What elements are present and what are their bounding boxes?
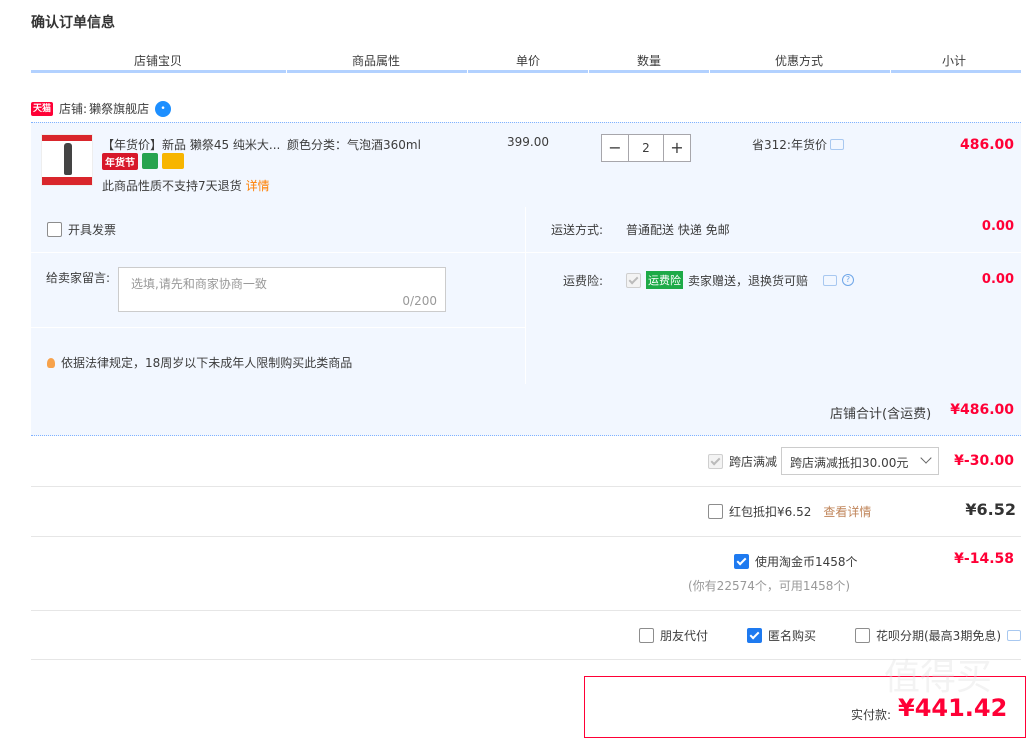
header-shop-item: 店铺宝贝 (134, 54, 183, 68)
memo-placeholder: 选填,请先和商家协商一致 (131, 277, 267, 291)
return-notice: 此商品性质不支持7天退货 详情 (102, 177, 270, 194)
friend-pay-option[interactable]: 朋友代付 (639, 627, 708, 644)
product-attribute: 颜色分类：气泡酒360ml (287, 138, 421, 152)
header-quantity: 数量 (637, 54, 662, 68)
festival-badge: 年货节 (102, 153, 138, 170)
promo-text: 省312:年货价 (752, 138, 827, 152)
gold-coin-note: (你有22574个，可用1458个) (688, 579, 851, 593)
friend-pay-label: 朋友代付 (660, 629, 709, 643)
gold-coin-label: 使用淘金币1458个 (755, 555, 858, 569)
detail-link[interactable]: 详情 (246, 179, 270, 193)
memo-label: 给卖家留言: (46, 271, 111, 285)
friend-pay-checkbox[interactable] (639, 628, 654, 643)
anonymous-option[interactable]: 匿名购买 (747, 627, 816, 644)
anonymous-label: 匿名购买 (768, 629, 817, 643)
age-restriction-notice: 依据法律规定，18周岁以下未成年人限制购买此类商品 (47, 354, 352, 371)
invoice-checkbox[interactable] (47, 222, 62, 237)
red-packet-value: ¥6.52 (965, 500, 1016, 519)
cross-store-option: 跨店满减 (708, 453, 777, 470)
shipping-method: 普通配送 快递 免邮 (626, 223, 730, 237)
gold-coin-checkbox[interactable] (734, 554, 749, 569)
final-label: 实付款: (851, 708, 892, 722)
cross-store-checkbox (708, 454, 723, 469)
gold-coin-discount: ¥-14.58 (954, 551, 1014, 567)
wangwang-chat-icon[interactable]: • (155, 100, 172, 117)
insurance-badge: 运费险 (646, 271, 683, 289)
shipping-fee: 0.00 (981, 219, 1014, 234)
table-header: 店铺宝贝 商品属性 单价 数量 优惠方式 小计 (31, 48, 1021, 73)
cross-store-select[interactable]: 跨店满减抵扣30.00元 (781, 447, 939, 475)
header-attributes: 商品属性 (352, 54, 401, 68)
insurance-fee: 0.00 (981, 272, 1014, 287)
promotion: 省312:年货价 (752, 136, 844, 153)
red-packet-option[interactable]: 红包抵扣¥6.52 查看详情 (708, 503, 871, 520)
red-packet-label: 红包抵扣¥6.52 (729, 505, 812, 519)
cross-store-discount: ¥-30.00 (954, 453, 1014, 469)
gold-coin-option[interactable]: 使用淘金币1458个 (734, 553, 858, 570)
lightbulb-icon (47, 357, 55, 368)
return-notice-text: 此商品性质不支持7天退货 (102, 179, 242, 193)
item-subtotal: 486.00 (959, 137, 1014, 153)
huabei-checkbox[interactable] (855, 628, 870, 643)
memo-char-count: 0/200 (402, 294, 437, 308)
qty-input[interactable]: 2 (629, 134, 663, 162)
insurance-checkbox (626, 272, 641, 288)
law-notice-text: 依据法律规定，18周岁以下未成年人限制购买此类商品 (61, 356, 353, 370)
product-thumbnail[interactable] (41, 134, 93, 186)
service-icon (142, 153, 158, 169)
invoice-option[interactable]: 开具发票 (47, 221, 116, 238)
shop-total-value: ¥486.00 (950, 402, 1014, 418)
shop-info: 天猫 店铺: 獭祭旗舰店 • (31, 100, 172, 117)
shop-name[interactable]: 獭祭旗舰店 (89, 100, 149, 117)
memo-textarea[interactable]: 选填,请先和商家协商一致 0/200 (118, 267, 446, 312)
product-name[interactable]: 【年货价】新品 獭祭45 纯米大... (102, 136, 280, 153)
cross-store-select-value: 跨店满减抵扣30.00元 (790, 456, 909, 470)
tmall-badge: 天猫 (31, 101, 54, 116)
unit-price: 399.00 (507, 135, 549, 149)
header-discount: 优惠方式 (775, 54, 824, 68)
cross-store-label: 跨店满减 (729, 455, 778, 469)
shop-total-label: 店铺合计(含运费) (830, 407, 932, 422)
quantity-stepper: − 2 + (601, 134, 691, 162)
product-badges: 年货节 (102, 153, 184, 170)
header-unit-price: 单价 (516, 54, 541, 68)
shop-label: 店铺: (59, 102, 88, 116)
watermark-logo: 值得买 (884, 657, 993, 698)
comment-icon[interactable] (829, 139, 844, 150)
insurance-desc: 卖家赠送，退换货可赔 (688, 273, 809, 288)
red-packet-checkbox[interactable] (708, 504, 723, 519)
help-icon[interactable]: ? (842, 274, 855, 286)
insurance-label: 运费险: (563, 274, 604, 288)
shipping-label: 运送方式: (551, 223, 604, 237)
shipping-insurance: 运费险 卖家赠送，退换货可赔 ? (626, 271, 855, 289)
anonymous-checkbox[interactable] (747, 628, 762, 643)
invoice-label: 开具发票 (68, 223, 117, 237)
qty-plus-button[interactable]: + (663, 134, 691, 162)
huabei-label: 花呗分期(最高3期免息) (876, 629, 1001, 643)
huabei-option[interactable]: 花呗分期(最高3期免息) (855, 627, 1021, 644)
chevron-down-icon (920, 452, 932, 464)
comment-icon[interactable] (1007, 630, 1021, 641)
comment-icon[interactable] (823, 274, 838, 286)
red-packet-detail-link[interactable]: 查看详情 (823, 503, 871, 520)
card-icon (162, 153, 184, 169)
header-subtotal: 小计 (942, 54, 967, 68)
qty-minus-button[interactable]: − (601, 134, 629, 162)
page-title: 确认订单信息 (31, 15, 115, 31)
